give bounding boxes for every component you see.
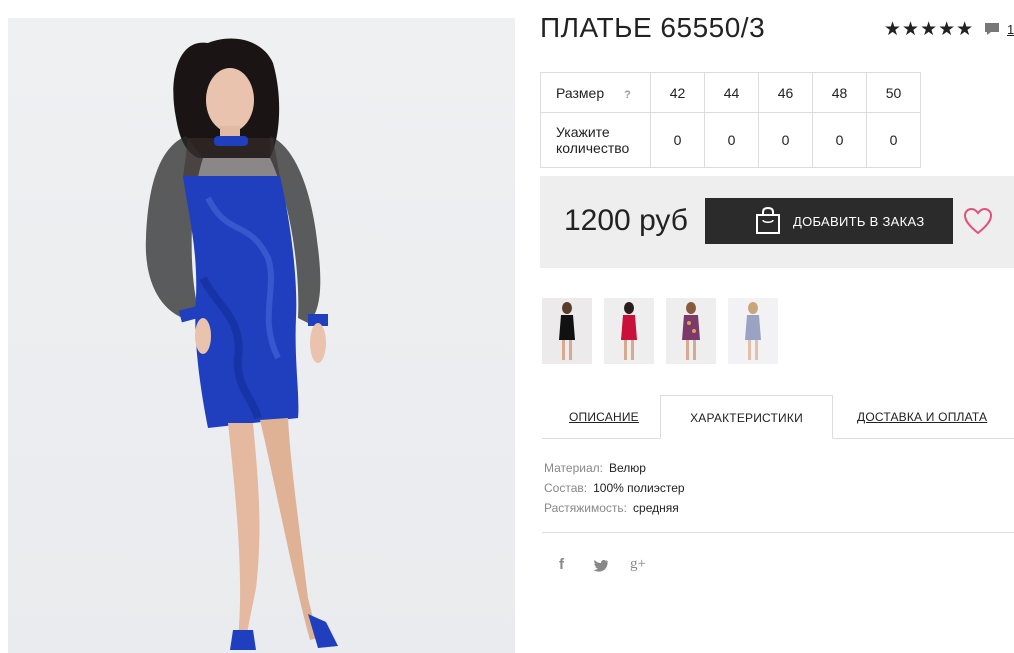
characteristics-list: Материал: Велюр Состав: 100% полиэстер Рас… xyxy=(544,458,685,518)
characteristic-value: Велюр xyxy=(608,461,646,475)
thumbnail-image xyxy=(604,298,654,364)
characteristic-row: Состав: 100% полиэстер xyxy=(544,478,685,498)
rating-stars[interactable]: ★★★★★ xyxy=(884,18,974,41)
add-to-order-label: ДОБАВИТЬ В ЗАКАЗ xyxy=(793,213,925,229)
size-option-46: 46 xyxy=(758,72,813,113)
product-title: ПЛАТЬЕ 65550/3 xyxy=(540,12,766,43)
size-option-42: 42 xyxy=(650,72,705,113)
tab-description[interactable]: ОПИСАНИЕ xyxy=(569,395,639,439)
characteristic-row: Материал: Велюр xyxy=(544,458,685,478)
characteristic-value: 100% полиэстер xyxy=(593,481,685,495)
product-price: 1200 руб xyxy=(564,204,688,237)
thumbnail-floral-dress[interactable] xyxy=(666,298,716,364)
size-label: Размер xyxy=(556,84,605,101)
size-label-cell: Размер? xyxy=(540,72,651,113)
facebook-share-icon[interactable]: f xyxy=(559,556,564,573)
characteristic-key: Материал: xyxy=(544,461,603,475)
quantity-input-46[interactable]: 0 xyxy=(758,112,813,168)
heart-icon[interactable] xyxy=(963,207,993,235)
quantity-label-cell: Укажите количество xyxy=(540,112,651,168)
quantity-input-48[interactable]: 0 xyxy=(812,112,867,168)
thumbnail-grey-dress[interactable] xyxy=(728,298,778,364)
thumbnail-image xyxy=(542,298,592,364)
size-option-44: 44 xyxy=(704,72,759,113)
characteristic-key: Состав: xyxy=(544,481,588,495)
thumbnail-red-dress[interactable] xyxy=(604,298,654,364)
size-help-icon[interactable]: ? xyxy=(624,89,631,101)
twitter-share-icon[interactable] xyxy=(593,559,609,573)
characteristic-value: средняя xyxy=(633,501,679,515)
characteristic-key: Растяжимость: xyxy=(544,501,628,515)
quantity-row: Укажите количество 0 0 0 0 0 xyxy=(540,112,921,168)
shopping-bag-icon xyxy=(756,207,780,234)
dress-model-illustration xyxy=(145,38,338,650)
quantity-input-50[interactable]: 0 xyxy=(866,112,921,168)
tab-delivery-payment[interactable]: ДОСТАВКА И ОПЛАТА xyxy=(857,395,987,439)
section-divider xyxy=(542,532,1014,533)
thumbnail-black-dress[interactable] xyxy=(542,298,592,364)
price-box: 1200 руб ДОБАВИТЬ В ЗАКАЗ xyxy=(540,176,1014,268)
size-option-50: 50 xyxy=(866,72,921,113)
speech-bubble-icon[interactable] xyxy=(984,22,1000,36)
size-row: Размер? 42 44 46 48 50 xyxy=(540,72,921,113)
product-page: ПЛАТЬЕ 65550/3 ★★★★★ 1 Размер? 42 44 46 … xyxy=(0,0,1014,653)
quantity-label-line2: количество xyxy=(556,140,630,156)
tab-characteristics[interactable]: ХАРАКТЕРИСТИКИ xyxy=(660,395,833,439)
thumbnail-image xyxy=(728,298,778,364)
quantity-input-42[interactable]: 0 xyxy=(650,112,705,168)
characteristic-row: Растяжимость: средняя xyxy=(544,498,685,518)
product-main-photo[interactable] xyxy=(8,18,515,653)
quantity-input-44[interactable]: 0 xyxy=(704,112,759,168)
size-quantity-table: Размер? 42 44 46 48 50 Укажите количеств… xyxy=(540,72,921,168)
comment-count-link[interactable]: 1 xyxy=(1007,22,1014,37)
quantity-label-line1: Укажите xyxy=(556,124,610,140)
product-tabs: ОПИСАНИЕ ХАРАКТЕРИСТИКИ ДОСТАВКА И ОПЛАТ… xyxy=(542,395,1014,439)
add-to-order-button[interactable]: ДОБАВИТЬ В ЗАКАЗ xyxy=(705,198,953,244)
thumbnail-image xyxy=(666,298,716,364)
size-option-48: 48 xyxy=(812,72,867,113)
google-plus-share-icon[interactable]: g+ xyxy=(630,556,646,573)
